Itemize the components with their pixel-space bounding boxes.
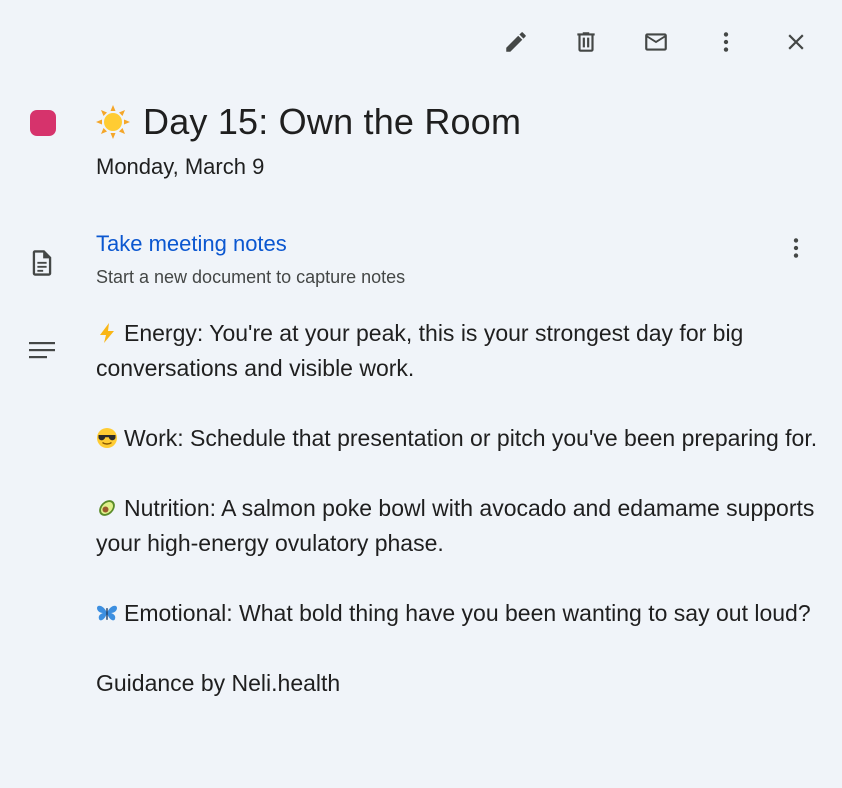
take-meeting-notes-link[interactable]: Take meeting notes — [96, 229, 287, 259]
notes-lines-icon — [29, 342, 55, 359]
close-button[interactable] — [772, 18, 820, 66]
document-icon — [32, 250, 52, 276]
pencil-icon — [506, 32, 526, 52]
description-paragraph-energy: Energy: You're at your peak, this is you… — [96, 320, 744, 381]
delete-button[interactable] — [562, 18, 610, 66]
event-description: Energy: You're at your peak, this is you… — [96, 316, 821, 701]
sun-icon — [96, 105, 130, 139]
avocado-icon — [99, 500, 115, 516]
more-vert-icon — [793, 238, 799, 258]
event-color-chip — [30, 110, 56, 136]
event-toolbar — [470, 18, 820, 66]
sunglasses-face-icon — [97, 428, 117, 448]
description-paragraph-emotional: Emotional: What bold thing have you been… — [96, 596, 821, 631]
close-icon — [788, 34, 804, 50]
event-details-card: Day 15: Own the Room Monday, March 9 Tak… — [0, 0, 842, 788]
edit-button[interactable] — [492, 18, 540, 66]
email-guests-button[interactable] — [632, 18, 680, 66]
description-paragraph-credit: Guidance by Neli.health — [96, 670, 341, 696]
description-paragraph-nutrition: Nutrition: A salmon poke bowl with avoca… — [96, 495, 815, 556]
mail-icon — [645, 33, 667, 51]
event-date: Monday, March 9 — [96, 154, 265, 179]
description-paragraph-work: Work: Schedule that presentation or pitc… — [96, 421, 821, 456]
trash-icon — [577, 32, 595, 52]
more-vert-icon — [723, 32, 729, 52]
notes-more-button[interactable] — [778, 230, 814, 266]
more-options-button[interactable] — [702, 18, 750, 66]
take-notes-subtitle: Start a new document to capture notes — [96, 267, 406, 287]
event-title-row: Day 15: Own the Room — [95, 98, 521, 146]
butterfly-icon — [97, 605, 117, 621]
event-title: Day 15: Own the Room — [143, 101, 522, 142]
lightning-icon — [100, 323, 114, 343]
